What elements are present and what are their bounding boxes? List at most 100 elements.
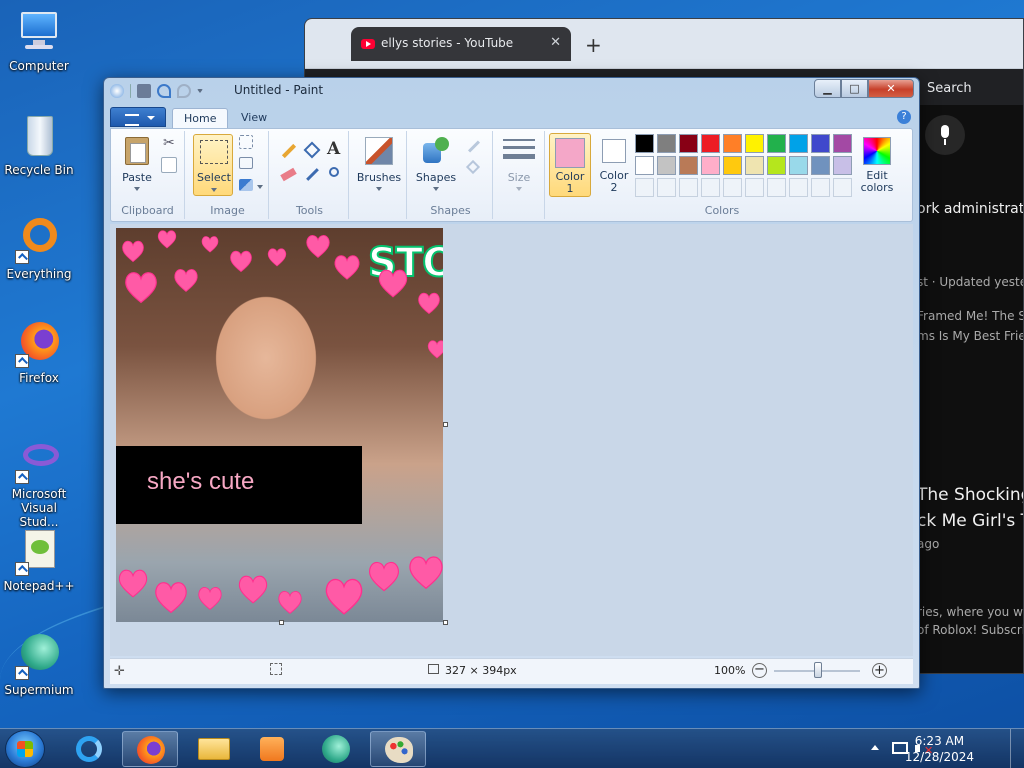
close-tab-icon[interactable]: ✕ (550, 35, 561, 50)
close-button[interactable]: ✕ (868, 79, 914, 98)
resize-icon[interactable] (239, 157, 253, 169)
text-icon[interactable]: A (327, 139, 345, 159)
magnifier-icon[interactable] (327, 165, 345, 183)
tray-show-hidden-icon[interactable] (871, 745, 879, 750)
color-picker-icon[interactable] (303, 165, 321, 183)
youtube-video-title[interactable]: ck Me Girl's T (917, 511, 1023, 531)
palette-swatch[interactable] (657, 134, 676, 153)
paint-titlebar[interactable]: Untitled - Paint ▁ □ ✕ (104, 78, 919, 103)
show-desktop-button[interactable] (1010, 729, 1024, 768)
palette-swatch[interactable] (789, 134, 808, 153)
palette-swatch[interactable] (723, 156, 742, 175)
fill-shape-icon[interactable] (465, 159, 483, 177)
palette-swatch[interactable] (811, 156, 830, 175)
custom-color-slot[interactable] (701, 178, 720, 197)
rotate-icon[interactable] (239, 179, 253, 191)
youtube-search-box[interactable]: Search (927, 81, 972, 96)
canvas-area[interactable]: STO she's cute (110, 224, 913, 656)
palette-swatch[interactable] (635, 134, 654, 153)
custom-color-slot[interactable] (657, 178, 676, 197)
microphone-icon[interactable] (925, 115, 965, 155)
taskbar-paint[interactable] (370, 731, 426, 767)
palette-swatch[interactable] (745, 156, 764, 175)
start-button[interactable] (5, 730, 45, 768)
desktop-icon-firefox[interactable]: Firefox (2, 320, 76, 385)
resize-handle-bottom[interactable] (279, 620, 284, 625)
palette-swatch[interactable] (635, 156, 654, 175)
cut-icon[interactable]: ✂ (161, 135, 177, 151)
desktop-icon-supermium[interactable]: Supermium (2, 632, 76, 697)
color2-button[interactable]: Color 2 (593, 133, 635, 197)
shapes-button[interactable]: Shapes (413, 135, 459, 197)
desktop-icon-computer[interactable]: Computer (2, 8, 76, 73)
fill-icon[interactable] (303, 141, 321, 159)
custom-color-slot[interactable] (767, 178, 786, 197)
file-menu-button[interactable] (110, 107, 166, 127)
tab-home[interactable]: Home (172, 108, 229, 128)
custom-color-slot[interactable] (789, 178, 808, 197)
zoom-slider-thumb[interactable] (814, 662, 822, 678)
desktop-icon-notepadpp[interactable]: Notepad++ (2, 528, 76, 593)
canvas-image[interactable]: STO she's cute (116, 228, 443, 622)
save-icon[interactable] (137, 84, 151, 98)
palette-swatch[interactable] (811, 134, 830, 153)
customize-qat-icon[interactable] (197, 89, 203, 93)
palette-swatch[interactable] (701, 156, 720, 175)
redo-icon[interactable] (177, 84, 191, 98)
desktop-icon-visual-studio[interactable]: Microsoft Visual Stud... (2, 436, 76, 529)
eraser-icon[interactable] (279, 165, 297, 183)
palette-swatch[interactable] (701, 134, 720, 153)
palette-swatch[interactable] (679, 134, 698, 153)
new-tab-button[interactable]: + (585, 33, 602, 57)
pencil-icon[interactable] (279, 141, 297, 159)
custom-color-slot[interactable] (811, 178, 830, 197)
browser-tabstrip: ellys stories - YouTube ✕ + (305, 19, 1023, 69)
desktop-icon-recycle-bin[interactable]: Recycle Bin (2, 112, 76, 177)
zoom-out-button[interactable]: − (752, 663, 767, 678)
paint-app-icon[interactable] (110, 84, 124, 98)
youtube-video-title[interactable]: The Shocking (917, 485, 1023, 505)
custom-color-slot[interactable] (679, 178, 698, 197)
palette-swatch[interactable] (767, 156, 786, 175)
group-label-colors: Colors (704, 204, 740, 217)
taskbar-ie[interactable] (62, 731, 118, 767)
palette-swatch[interactable] (745, 134, 764, 153)
taskbar-media-player[interactable] (244, 731, 300, 767)
palette-swatch[interactable] (833, 156, 852, 175)
palette-swatch[interactable] (723, 134, 742, 153)
help-icon[interactable]: ? (897, 110, 911, 124)
paint-window[interactable]: Untitled - Paint ▁ □ ✕ Home View ? Paste… (103, 77, 920, 689)
crop-icon[interactable] (239, 135, 253, 149)
custom-color-slot[interactable] (635, 178, 654, 197)
zoom-in-button[interactable]: + (872, 663, 887, 678)
undo-icon[interactable] (157, 84, 171, 98)
size-button[interactable]: Size (499, 135, 539, 197)
taskbar-supermium[interactable] (308, 731, 364, 767)
firefox-icon (137, 736, 165, 764)
system-clock[interactable]: 6:23 AM 12/28/2024 (905, 733, 974, 765)
palette-swatch[interactable] (789, 156, 808, 175)
palette-swatch[interactable] (679, 156, 698, 175)
resize-handle-corner[interactable] (443, 620, 448, 625)
palette-swatch[interactable] (767, 134, 786, 153)
paste-button[interactable]: Paste (117, 135, 157, 195)
desktop-icon-everything[interactable]: Everything (2, 216, 76, 281)
color1-button[interactable]: Color 1 (549, 133, 591, 197)
minimize-button[interactable]: ▁ (814, 79, 841, 98)
edit-colors-button[interactable]: Edit colors (857, 133, 897, 197)
copy-icon[interactable] (161, 157, 177, 173)
custom-color-slot[interactable] (723, 178, 742, 197)
browser-tab-youtube[interactable]: ellys stories - YouTube ✕ (351, 27, 571, 61)
taskbar-firefox[interactable] (122, 731, 178, 767)
outline-icon[interactable] (465, 137, 483, 155)
brushes-button[interactable]: Brushes (357, 135, 401, 197)
maximize-button[interactable]: □ (841, 79, 868, 98)
custom-color-slot[interactable] (745, 178, 764, 197)
palette-swatch[interactable] (833, 134, 852, 153)
palette-swatch[interactable] (657, 156, 676, 175)
select-button[interactable]: Select (193, 134, 233, 196)
tab-view[interactable]: View (230, 108, 278, 128)
custom-color-slot[interactable] (833, 178, 852, 197)
resize-handle-right[interactable] (443, 422, 448, 427)
taskbar-explorer[interactable] (186, 731, 242, 767)
